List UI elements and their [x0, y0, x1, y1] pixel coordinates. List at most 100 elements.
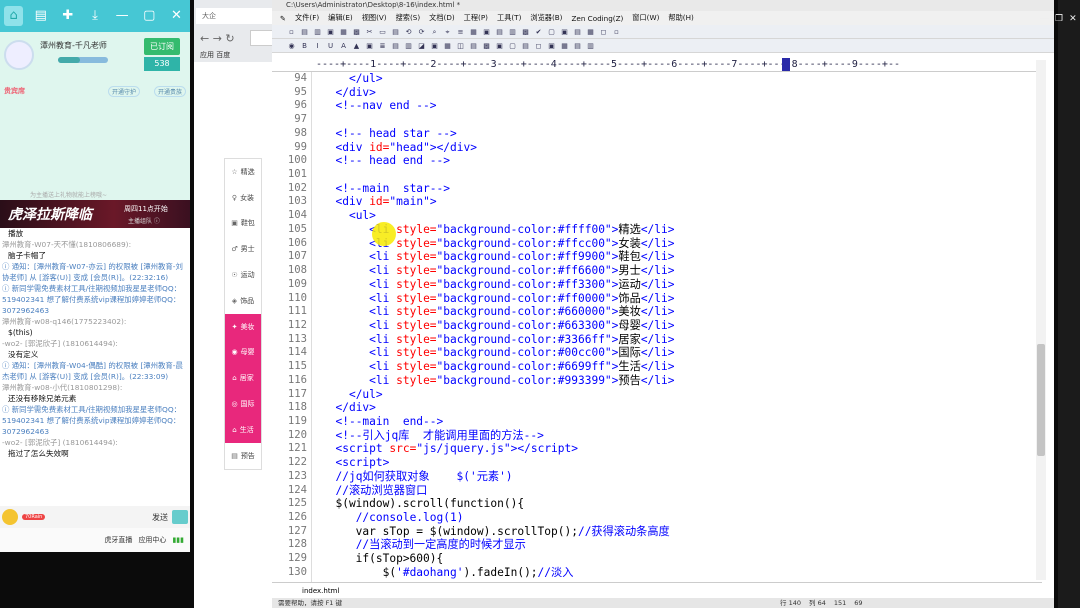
code-line[interactable]: <!-- head star -->: [322, 127, 1042, 141]
code-line[interactable]: //当滚动到一定高度的时候才显示: [322, 538, 1042, 552]
code-line[interactable]: </ul>: [322, 388, 1042, 402]
sidebar-item[interactable]: ◎ 国际: [225, 391, 261, 417]
code-line[interactable]: <li style="background-color:#ff0000">饰品<…: [322, 292, 1042, 306]
toolbar-icon[interactable]: ◫: [455, 41, 466, 51]
toolbar-icon[interactable]: ▲: [351, 41, 362, 51]
avatar[interactable]: [4, 40, 34, 70]
sidebar-item[interactable]: ☉ 运动: [225, 262, 261, 288]
scrollbar-thumb[interactable]: [1037, 344, 1045, 456]
list-icon[interactable]: ▤: [31, 6, 50, 26]
menu-item[interactable]: 工程(P): [464, 13, 488, 23]
code-line[interactable]: <li style="background-color:#00cc00">国际<…: [322, 346, 1042, 360]
sidebar-item[interactable]: ▣ 鞋包: [225, 211, 261, 237]
restore-icon[interactable]: ❐: [1055, 14, 1063, 26]
toolbar-icon[interactable]: ▤: [390, 41, 401, 51]
send-button[interactable]: 发送: [152, 512, 168, 523]
sidebar-item[interactable]: ⌂ 居家: [225, 365, 261, 392]
toolbar-icon[interactable]: ▦: [585, 27, 596, 37]
menu-item[interactable]: 搜索(S): [396, 13, 421, 23]
toolbar-icon[interactable]: ▢: [507, 41, 518, 51]
bookmark-page[interactable]: 百度: [216, 51, 230, 59]
toolbar-icon[interactable]: U: [325, 41, 336, 51]
toolbar-icon[interactable]: ▦: [468, 27, 479, 37]
toolbar-icon[interactable]: ≣: [377, 41, 388, 51]
code-line[interactable]: <!-- head end -->: [322, 154, 1042, 168]
code-line[interactable]: var sTop = $(window).scrollTop();//获得滚动条…: [322, 525, 1042, 539]
menu-item[interactable]: 文件(F): [295, 13, 319, 23]
sidebar-item[interactable]: ♂ 男士: [225, 236, 261, 262]
toolbar-icon[interactable]: ◻: [598, 27, 609, 37]
browser-tab[interactable]: 大企: [196, 8, 272, 24]
toolbar-icon[interactable]: I: [312, 41, 323, 51]
menu-item[interactable]: 浏览器(B): [530, 13, 562, 23]
toolbar-icon[interactable]: ⟲: [403, 27, 414, 37]
code-line[interactable]: <li style="background-color:#663300">母婴<…: [322, 319, 1042, 333]
code-line[interactable]: $(window).scroll(function(){: [322, 497, 1042, 511]
code-line[interactable]: <!--引入jq库 才能调用里面的方法-->: [322, 429, 1042, 443]
toolbar-icon[interactable]: ⌖: [442, 27, 453, 37]
code-line[interactable]: <li style="background-color:#ffcc00">女装<…: [322, 237, 1042, 251]
menu-item[interactable]: 编辑(E): [328, 13, 353, 23]
code-line[interactable]: <li style="background-color:#3366ff">居家<…: [322, 333, 1042, 347]
toolbar-icon[interactable]: ◻: [533, 41, 544, 51]
toolbar-icon[interactable]: ▤: [468, 41, 479, 51]
close-icon[interactable]: ✕: [167, 6, 186, 26]
code-line[interactable]: <li style="background-color:#6699ff">生活<…: [322, 360, 1042, 374]
code-line[interactable]: <!--main end-->: [322, 415, 1042, 429]
toolbar-icon[interactable]: ▭: [377, 27, 388, 37]
toolbar-icon[interactable]: ▣: [559, 27, 570, 37]
code-line[interactable]: [322, 168, 1042, 182]
code-line[interactable]: <li style="background-color:#ff9900">鞋包<…: [322, 250, 1042, 264]
huya-live-link[interactable]: 虎牙直播: [104, 535, 132, 545]
toolbar-icon[interactable]: B: [299, 41, 310, 51]
toolbar-icon[interactable]: ▣: [429, 41, 440, 51]
code-line[interactable]: //jq如何获取对象 $('元素'): [322, 470, 1042, 484]
toolbar-icon[interactable]: ◪: [416, 41, 427, 51]
minimize-icon[interactable]: —: [113, 6, 132, 26]
code-line[interactable]: <li style="background-color:#ff6600">男士<…: [322, 264, 1042, 278]
toolbar-icon[interactable]: ≡: [455, 27, 466, 37]
toolbar-icon[interactable]: ▩: [351, 27, 362, 37]
code-line[interactable]: <div id="main">: [322, 195, 1042, 209]
toolbar-icon[interactable]: ▣: [494, 41, 505, 51]
sidebar-item[interactable]: ♀ 女装: [225, 185, 261, 211]
sidebar-item[interactable]: ▤ 预告: [225, 443, 261, 469]
toolbar-icon[interactable]: ▥: [312, 27, 323, 37]
menu-item[interactable]: 帮助(H): [668, 13, 693, 23]
code-line[interactable]: //滚动浏览器窗口: [322, 484, 1042, 498]
toolbar-icon[interactable]: ▣: [325, 27, 336, 37]
chat-message-list[interactable]: 播放 潭州教育-W07-天不懂(1810806689): 脑子卡帽了 ⓘ 通知：[潭州…: [0, 228, 190, 506]
home-icon[interactable]: ⌂: [4, 6, 24, 26]
code-line[interactable]: <script src="js/jquery.js"></script>: [322, 442, 1042, 456]
document-tab[interactable]: index.html: [272, 582, 1042, 598]
sidebar-item[interactable]: ☆ 精选: [225, 159, 261, 185]
sidebar-item[interactable]: ◈ 饰品: [225, 288, 261, 314]
menu-item[interactable]: 文档(D): [429, 13, 455, 23]
toolbar-icon[interactable]: ▥: [403, 41, 414, 51]
toolbar-icon[interactable]: ▣: [546, 41, 557, 51]
minimize-icon[interactable]: —: [1040, 14, 1049, 26]
code-line[interactable]: <!--nav end -->: [322, 99, 1042, 113]
address-bar[interactable]: [250, 30, 274, 46]
toolbar-icon[interactable]: ▤: [390, 27, 401, 37]
toolbar-icon[interactable]: ▤: [299, 27, 310, 37]
code-line[interactable]: <script>: [322, 456, 1042, 470]
browser-nav-icons[interactable]: ← → ↻: [200, 32, 235, 45]
toolbar-icon[interactable]: ▥: [507, 27, 518, 37]
code-line[interactable]: <li style="background-color:#ff3300">运动<…: [322, 278, 1042, 292]
toolbar-icon[interactable]: ▢: [546, 27, 557, 37]
toolbar-icon[interactable]: ▣: [364, 41, 375, 51]
toolbar-icon[interactable]: ▦: [338, 27, 349, 37]
code-line[interactable]: <li style="background-color:#993399">预告<…: [322, 374, 1042, 388]
subscribe-button[interactable]: 已订阅: [144, 38, 180, 55]
code-line[interactable]: <li style="background-color:#ffff00">精选<…: [322, 223, 1042, 237]
toolbar-icon[interactable]: ✂: [364, 27, 375, 37]
code-line[interactable]: //console.log(1): [322, 511, 1042, 525]
toolbar-icon[interactable]: ▥: [585, 41, 596, 51]
toolbar-icon[interactable]: ▣: [481, 27, 492, 37]
bookmark-apps[interactable]: 应用: [200, 51, 214, 59]
code-line[interactable]: <ul>: [322, 209, 1042, 223]
toolbar-icon[interactable]: ▤: [494, 27, 505, 37]
code-line[interactable]: </ul>: [322, 72, 1042, 86]
code-line[interactable]: <div id="head"></div>: [322, 141, 1042, 155]
